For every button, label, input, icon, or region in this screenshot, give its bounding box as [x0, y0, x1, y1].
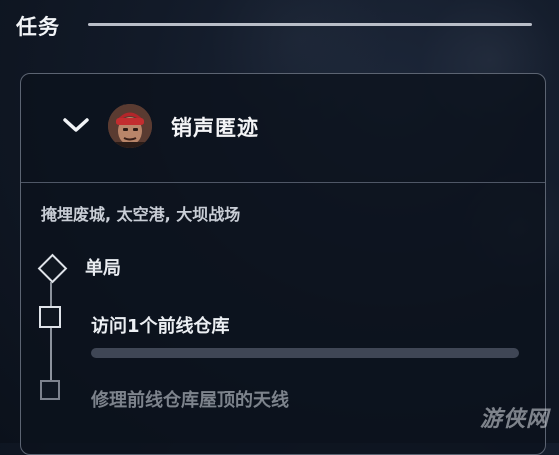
operator-avatar: [108, 104, 152, 148]
mission-name: 销声匿迹: [171, 116, 259, 140]
section-title: 任务: [16, 15, 60, 39]
step-1-progress-bar: [91, 348, 519, 358]
mission-card[interactable]: 销声匿迹 掩埋废城, 太空港, 大坝战场 单局 访问1个前线仓库 修理前线仓库屋…: [20, 73, 546, 455]
chevron-down-icon[interactable]: [61, 115, 91, 135]
section-header: 任务: [16, 10, 532, 40]
step-1-label: 访问1个前线仓库: [91, 316, 230, 337]
step-type-label: 单局: [85, 258, 121, 279]
step-2-checkbox[interactable]: [40, 380, 60, 400]
step-1-checkbox[interactable]: [39, 306, 61, 328]
step-2-label: 修理前线仓库屋顶的天线: [91, 390, 289, 411]
header-divider: [88, 23, 532, 26]
mission-locations: 掩埋废城, 太空港, 大坝战场: [41, 205, 241, 224]
diamond-icon: [37, 253, 68, 284]
mission-card-header[interactable]: 销声匿迹: [21, 74, 545, 183]
watermark: 游侠网: [479, 406, 549, 432]
operator-portrait-icon: [108, 104, 152, 148]
step-connector-line: [50, 282, 52, 382]
